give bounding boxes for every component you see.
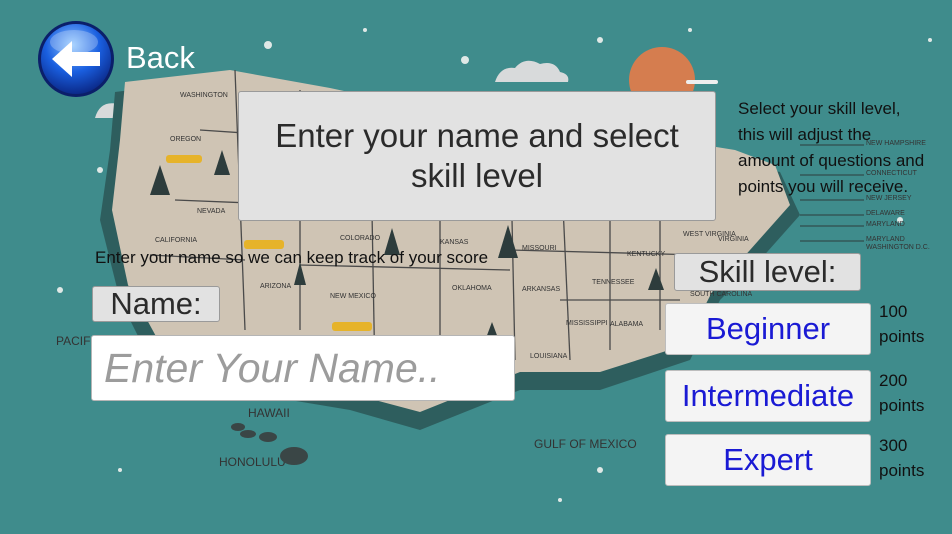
svg-text:MISSOURI: MISSOURI	[522, 245, 557, 252]
beginner-points-value: 100	[879, 302, 908, 321]
expert-button[interactable]: Expert	[665, 434, 871, 486]
intermediate-button[interactable]: Intermediate	[665, 370, 871, 422]
expert-points-unit: points	[879, 461, 925, 480]
beginner-points-unit: points	[879, 327, 925, 346]
svg-text:SOUTH CAROLINA: SOUTH CAROLINA	[690, 291, 753, 298]
beginner-button[interactable]: Beginner	[665, 303, 871, 355]
intermediate-points-value: 200	[879, 371, 908, 390]
svg-text:MARYLAND: MARYLAND	[866, 236, 905, 243]
back-arrow-icon[interactable]	[34, 18, 120, 100]
svg-text:KENTUCKY: KENTUCKY	[627, 251, 665, 258]
svg-text:DELAWARE: DELAWARE	[866, 210, 905, 217]
svg-text:HAWAII: HAWAII	[248, 406, 290, 420]
svg-text:TENNESSEE: TENNESSEE	[592, 279, 635, 286]
svg-text:MARYLAND: MARYLAND	[866, 221, 905, 228]
svg-text:KANSAS: KANSAS	[440, 239, 469, 246]
svg-text:ARKANSAS: ARKANSAS	[522, 286, 560, 293]
svg-text:ARIZONA: ARIZONA	[260, 283, 291, 290]
expert-points: 300 points	[879, 433, 924, 483]
svg-text:COLORADO: COLORADO	[340, 235, 381, 242]
skill-level-label: Skill level:	[674, 253, 861, 291]
beginner-points: 100 points	[879, 299, 924, 349]
svg-text:NEW MEXICO: NEW MEXICO	[330, 293, 376, 300]
svg-text:MISSISSIPPI: MISSISSIPPI	[566, 320, 608, 327]
svg-text:CALIFORNIA: CALIFORNIA	[155, 237, 197, 244]
skill-instructions: Select your skill level, this will adjus…	[738, 99, 925, 196]
svg-text:NEVADA: NEVADA	[197, 208, 226, 215]
back-button[interactable]	[34, 18, 120, 100]
svg-text:WASHINGTON D.C.: WASHINGTON D.C.	[866, 244, 930, 251]
svg-text:WASHINGTON: WASHINGTON	[180, 92, 228, 99]
svg-text:OKLAHOMA: OKLAHOMA	[452, 285, 492, 292]
name-instructions: Enter your name so we can keep track of …	[95, 248, 489, 267]
back-label[interactable]: Back	[126, 40, 195, 76]
svg-text:HONOLULU: HONOLULU	[219, 455, 286, 469]
page-title: Enter your name and select skill level	[238, 91, 716, 221]
intermediate-points: 200 points	[879, 368, 924, 418]
svg-text:LOUISIANA: LOUISIANA	[530, 353, 568, 360]
expert-points-value: 300	[879, 436, 908, 455]
svg-text:GULF OF MEXICO: GULF OF MEXICO	[534, 437, 637, 451]
svg-text:ALABAMA: ALABAMA	[610, 321, 643, 328]
name-input[interactable]	[91, 335, 515, 401]
svg-text:OREGON: OREGON	[170, 136, 201, 143]
svg-text:VIRGINIA: VIRGINIA	[718, 236, 749, 243]
name-label: Name:	[92, 286, 220, 322]
intermediate-points-unit: points	[879, 396, 925, 415]
